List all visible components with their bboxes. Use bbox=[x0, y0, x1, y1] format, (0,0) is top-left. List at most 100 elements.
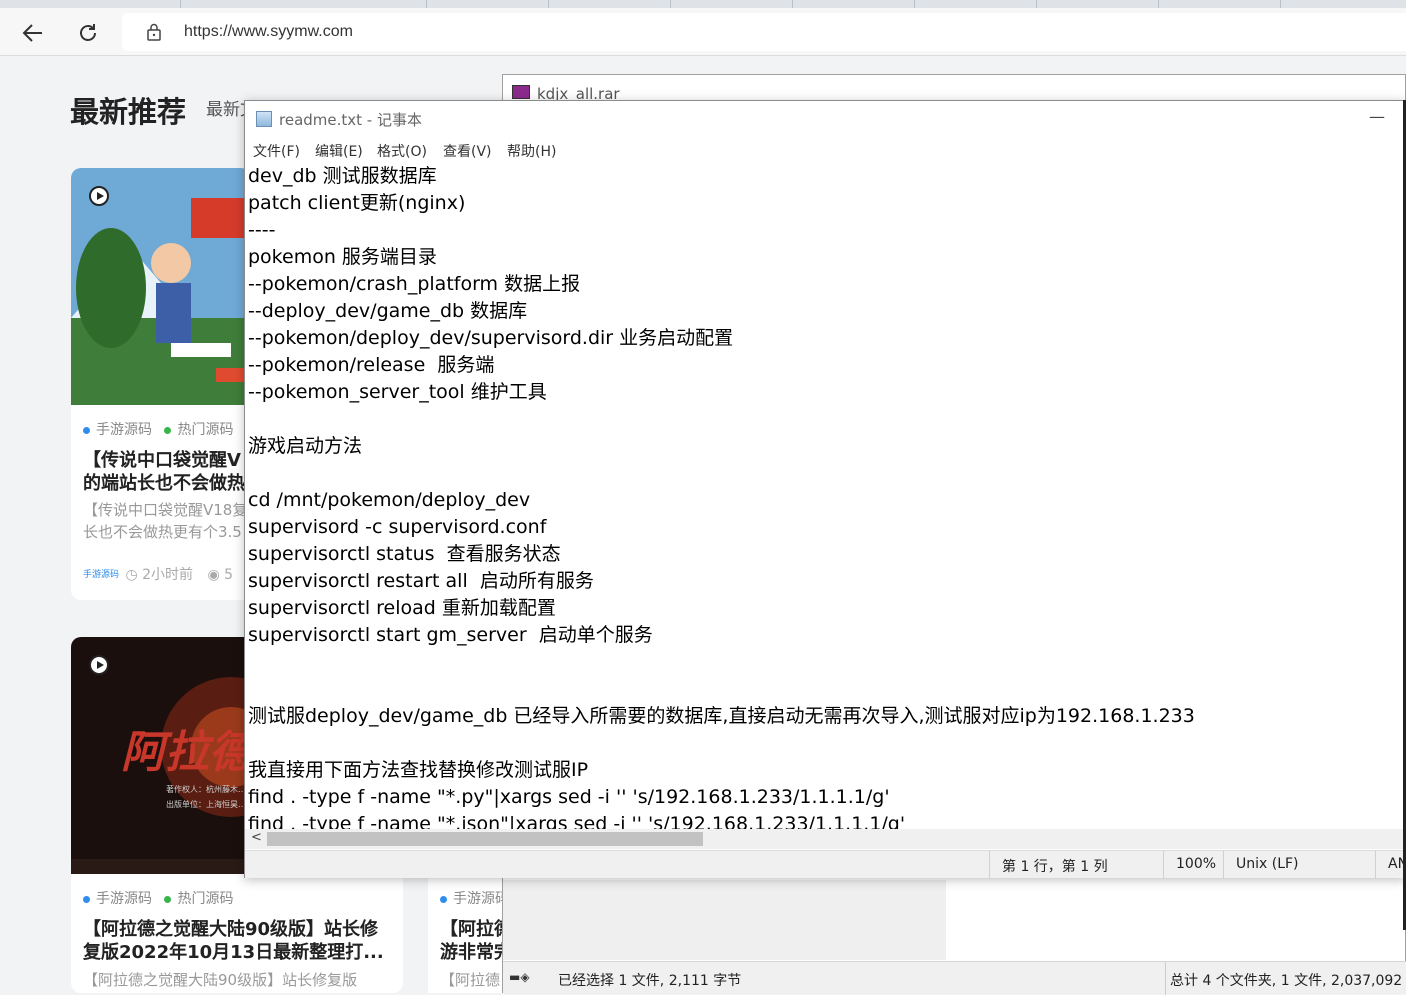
text-line[interactable]: pokemon 服务端目录 bbox=[248, 244, 1398, 271]
text-line[interactable]: find . -type f -name "*.py"|xargs sed -i… bbox=[248, 784, 1398, 811]
dot-icon bbox=[164, 895, 172, 903]
text-line[interactable]: cd /mnt/pokemon/deploy_dev bbox=[248, 487, 1398, 514]
tab-divider bbox=[180, 0, 181, 8]
text-line[interactable]: --pokemon_server_tool 维护工具 bbox=[248, 379, 1398, 406]
notepad-title: readme.txt - 记事本 bbox=[279, 111, 422, 129]
card-views: 5 bbox=[224, 567, 234, 583]
site-logo: 手游源码 bbox=[83, 569, 120, 580]
dot-icon bbox=[440, 895, 447, 903]
text-line[interactable]: find . -type f -name "*.json"|xargs sed … bbox=[248, 811, 1398, 830]
status-encoding: AN bbox=[1375, 851, 1406, 879]
clock-icon: ◷ bbox=[125, 567, 138, 583]
tag-label[interactable]: 手游源码 bbox=[96, 891, 152, 907]
text-line[interactable] bbox=[248, 676, 1398, 703]
eye-icon: ◉ bbox=[207, 567, 220, 583]
card-tags: 手游源码 bbox=[440, 888, 508, 908]
reload-button[interactable] bbox=[73, 18, 103, 48]
text-line[interactable] bbox=[248, 406, 1398, 433]
text-line[interactable]: --pokemon/crash_platform 数据上报 bbox=[248, 271, 1398, 298]
text-line[interactable] bbox=[248, 730, 1398, 757]
lock-icon[interactable] bbox=[146, 23, 162, 41]
reload-icon bbox=[80, 24, 96, 41]
tab-divider bbox=[548, 0, 549, 8]
card-description: 【传说中口袋觉醒V18复 长也不会做热更有个3.5 bbox=[83, 499, 247, 543]
text-line[interactable]: supervisord -c supervisord.conf bbox=[248, 514, 1398, 541]
tab-divider bbox=[426, 0, 427, 8]
scroll-left-icon[interactable]: < bbox=[251, 830, 262, 845]
menu-help[interactable]: 帮助(H) bbox=[507, 141, 556, 161]
back-button[interactable] bbox=[18, 18, 48, 48]
svg-text:阿拉德: 阿拉德 bbox=[121, 727, 261, 778]
tab-divider bbox=[792, 0, 793, 8]
card-tags: 手游源码 热门源码 bbox=[83, 419, 233, 439]
article-card[interactable]: 手游源码 【阿拉德 游非常完 【阿拉德 bbox=[428, 874, 508, 993]
article-card[interactable]: 手游源码 热门源码 【传说中口袋觉醒V 的端站长也不会做热 【传说中口袋觉醒V18… bbox=[71, 168, 251, 600]
card-description: 【阿拉德之觉醒大陆90级版】站长修复版 bbox=[83, 969, 357, 991]
dot-icon bbox=[83, 895, 90, 903]
text-line[interactable]: 游戏启动方法 bbox=[248, 433, 1398, 460]
card-description: 【阿拉德 bbox=[440, 969, 500, 991]
text-line[interactable]: --pokemon/deploy_dev/supervisord.dir 业务启… bbox=[248, 325, 1398, 352]
card-title[interactable]: 【阿拉德之觉醒大陆90级版】站长修 复版2022年10月13日最新整理打... bbox=[83, 918, 384, 964]
tag-label[interactable]: 手游源码 bbox=[453, 891, 508, 907]
notepad-window[interactable]: readme.txt - 记事本 — 文件(F) 编辑(E) 格式(O) 查看(… bbox=[244, 100, 1406, 879]
text-line[interactable]: 我直接用下面方法查找替换修改测试服IP bbox=[248, 757, 1398, 784]
tab-divider bbox=[1158, 0, 1159, 8]
tab-divider bbox=[1036, 0, 1037, 8]
text-line[interactable]: supervisorctl start gm_server 启动单个服务 bbox=[248, 622, 1398, 649]
card-title-line: 复版2022年10月13日最新整理打... bbox=[83, 942, 384, 963]
menu-edit[interactable]: 编辑(E) bbox=[315, 141, 363, 161]
menu-view[interactable]: 查看(V) bbox=[443, 141, 492, 161]
svg-text:出版单位：上海恒昊…: 出版单位：上海恒昊… bbox=[166, 799, 246, 809]
card-title[interactable]: 【传说中口袋觉醒V 的端站长也不会做热 bbox=[83, 449, 245, 495]
tag-label[interactable]: 热门源码 bbox=[177, 422, 233, 438]
card-title-line: 【阿拉德之觉醒大陆90级版】站长修 bbox=[83, 919, 379, 940]
card-desc-line: 【阿拉德 bbox=[440, 971, 501, 989]
card-title-line: 的端站长也不会做热 bbox=[83, 473, 245, 494]
notepad-text-area[interactable]: dev_db 测试服数据库 patch client更新(nginx) ---- po… bbox=[248, 163, 1398, 830]
browser-toolbar: https://www.syymw.com bbox=[0, 8, 1406, 56]
card-tags: 手游源码 热门源码 bbox=[83, 888, 233, 908]
tab-divider bbox=[670, 0, 671, 8]
tag-label[interactable]: 热门源码 bbox=[177, 891, 233, 907]
tab-strip bbox=[0, 0, 1406, 8]
text-line[interactable]: supervisorctl restart all 启动所有服务 bbox=[248, 568, 1398, 595]
text-line[interactable]: dev_db 测试服数据库 bbox=[248, 163, 1398, 190]
notepad-icon bbox=[256, 111, 272, 127]
archive-status-total: 总计 4 个文件夹, 1 文件, 2,037,092 bbox=[1170, 973, 1403, 989]
text-line[interactable]: supervisorctl status 查看服务状态 bbox=[248, 541, 1398, 568]
back-arrow-icon bbox=[22, 24, 42, 42]
text-line[interactable] bbox=[248, 460, 1398, 487]
notepad-titlebar[interactable]: readme.txt - 记事本 — bbox=[245, 101, 1405, 135]
menu-file[interactable]: 文件(F) bbox=[253, 141, 300, 161]
card-title-line: 【传说中口袋觉醒V bbox=[83, 450, 241, 471]
menu-format[interactable]: 格式(O) bbox=[377, 141, 427, 161]
scrollbar-thumb[interactable] bbox=[267, 832, 703, 846]
text-line[interactable]: 测试服deploy_dev/game_db 已经导入所需要的数据库,直接启动无需… bbox=[248, 703, 1398, 730]
card-title[interactable]: 【阿拉德 游非常完 bbox=[440, 918, 508, 964]
text-line[interactable] bbox=[248, 649, 1398, 676]
tab-divider bbox=[1280, 0, 1281, 8]
archive-statusbar: ▬◈ 已经选择 1 文件, 2,111 字节 总计 4 个文件夹, 1 文件, … bbox=[503, 961, 1406, 995]
text-line[interactable]: --deploy_dev/game_db 数据库 bbox=[248, 298, 1398, 325]
tag-label[interactable]: 手游源码 bbox=[96, 422, 152, 438]
card-meta: 手游源码 ◷ 2小时前 ◉ 5 bbox=[83, 564, 233, 584]
minimize-button[interactable]: — bbox=[1369, 107, 1385, 126]
drive-icon: ▬◈ bbox=[509, 970, 530, 984]
text-line[interactable]: patch client更新(nginx) bbox=[248, 190, 1398, 217]
archive-file-area[interactable] bbox=[503, 880, 946, 960]
horizontal-scrollbar[interactable]: < bbox=[245, 829, 1405, 849]
card-desc-line: 长也不会做热更有个3.5 bbox=[83, 523, 242, 541]
notepad-menubar: 文件(F) 编辑(E) 格式(O) 查看(V) 帮助(H) bbox=[245, 137, 1405, 163]
card-desc-line: 【阿拉德之觉醒大陆90级版】站长修复版 bbox=[83, 971, 358, 989]
dot-icon bbox=[83, 426, 90, 434]
text-line[interactable]: ---- bbox=[248, 217, 1398, 244]
section-title: 最新推荐 bbox=[70, 95, 187, 129]
play-icon[interactable] bbox=[89, 655, 109, 675]
text-line[interactable]: supervisorctl reload 重新加载配置 bbox=[248, 595, 1398, 622]
text-line[interactable]: --pokemon/release 服务端 bbox=[248, 352, 1398, 379]
status-line-ending: Unix (LF) bbox=[1223, 851, 1375, 879]
play-icon[interactable] bbox=[89, 186, 109, 206]
address-bar[interactable]: https://www.syymw.com bbox=[122, 13, 1406, 51]
dot-icon bbox=[164, 426, 172, 434]
